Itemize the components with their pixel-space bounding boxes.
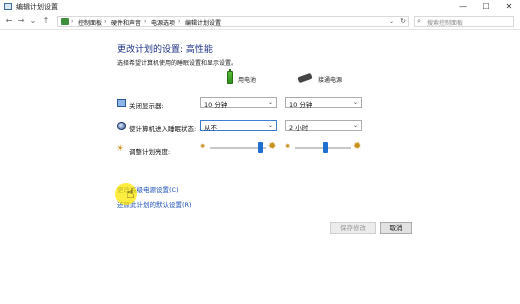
search-input[interactable]: ⌕ 搜索控制面板 (414, 16, 514, 27)
sleep-moon-icon (117, 122, 126, 130)
page-subtitle: 选择希望计算机使用的睡眠设置和显示设置。 (117, 60, 238, 67)
breadcrumb-separator: › (178, 18, 181, 25)
address-dropdown-button[interactable]: ⌄ (389, 17, 394, 26)
refresh-button[interactable]: ↻ (400, 17, 406, 26)
chevron-down-icon: ⌄ (267, 99, 273, 106)
recent-locations-button[interactable]: ⌄ (28, 16, 38, 26)
monitor-icon (117, 99, 126, 107)
breadcrumb-item-hardware-sound[interactable]: 硬件和声音 (111, 18, 141, 27)
sun-small-icon: ✺ (285, 143, 291, 150)
sun-large-icon: ✹ (268, 141, 277, 152)
breadcrumb-separator: › (104, 18, 107, 25)
forward-button[interactable]: → (16, 16, 26, 26)
page-title: 更改计划的设置: 高性能 (117, 45, 213, 55)
display-off-label: 关闭显示器: (129, 102, 164, 110)
sleep-battery-value: 从不 (204, 124, 217, 132)
battery-icon (227, 69, 233, 84)
display-off-battery-value: 10 分钟 (204, 101, 228, 109)
brightness-battery-slider[interactable]: ✺ ✹ (200, 141, 278, 154)
search-placeholder: 搜索控制面板 (427, 20, 464, 27)
breadcrumb[interactable]: › 控制面板 › 硬件和声音 › 电源选项 › 编辑计划设置 ⌄ ↻ (57, 16, 409, 27)
brightness-label: 调整计划亮度: (129, 148, 171, 156)
power-options-icon (4, 3, 12, 10)
breadcrumb-item-control-panel[interactable]: 控制面板 (78, 18, 102, 27)
search-icon: ⌕ (417, 17, 421, 25)
chevron-down-icon: ⌄ (352, 99, 358, 106)
sleep-plugged-select[interactable]: 2 小时 ⌄ (285, 120, 362, 132)
display-off-plugged-value: 10 分钟 (289, 101, 313, 109)
sun-small-icon: ✺ (200, 143, 206, 150)
cancel-button[interactable]: 取消 (380, 222, 412, 234)
breadcrumb-separator: › (71, 18, 74, 25)
address-bar: ← → ⌄ ↑ › 控制面板 › 硬件和声音 › 电源选项 › 编辑计划设置 ⌄… (0, 13, 520, 30)
sun-large-icon: ✹ (353, 141, 362, 152)
sleep-battery-select[interactable]: 从不 ⌄ (200, 120, 277, 132)
slider-thumb[interactable] (257, 142, 263, 153)
breadcrumb-item-power-options[interactable]: 电源选项 (151, 18, 175, 27)
chevron-down-icon: ⌄ (352, 122, 358, 129)
sleep-plugged-value: 2 小时 (289, 124, 309, 132)
column-header-battery: 用电池 (238, 77, 257, 84)
control-panel-icon (61, 18, 69, 25)
up-button[interactable]: ↑ (41, 16, 51, 26)
display-off-battery-select[interactable]: 10 分钟 ⌄ (200, 97, 277, 109)
slider-thumb[interactable] (323, 142, 329, 153)
window-title: 编辑计划设置 (16, 3, 58, 11)
breadcrumb-separator: › (144, 18, 147, 25)
minimize-button[interactable]: — (452, 0, 474, 13)
column-header-plugged-in: 接通电源 (318, 77, 343, 84)
power-plug-icon (297, 72, 313, 84)
back-button[interactable]: ← (4, 16, 14, 26)
close-button[interactable]: ✕ (498, 0, 520, 13)
sleep-label: 使计算机进入睡眠状态: (129, 125, 197, 133)
save-button[interactable]: 保存修改 (330, 222, 376, 234)
chevron-down-icon: ⌄ (267, 122, 273, 129)
display-off-plugged-select[interactable]: 10 分钟 ⌄ (285, 97, 362, 109)
title-bar: 编辑计划设置 — ☐ ✕ (0, 0, 520, 13)
brightness-plugged-slider[interactable]: ✺ ✹ (285, 141, 363, 154)
maximize-button[interactable]: ☐ (475, 0, 497, 13)
breadcrumb-item-edit-plan[interactable]: 编辑计划设置 (185, 18, 221, 27)
hand-cursor-icon: ☝ (126, 186, 135, 202)
sun-icon: ☀ (116, 144, 125, 154)
